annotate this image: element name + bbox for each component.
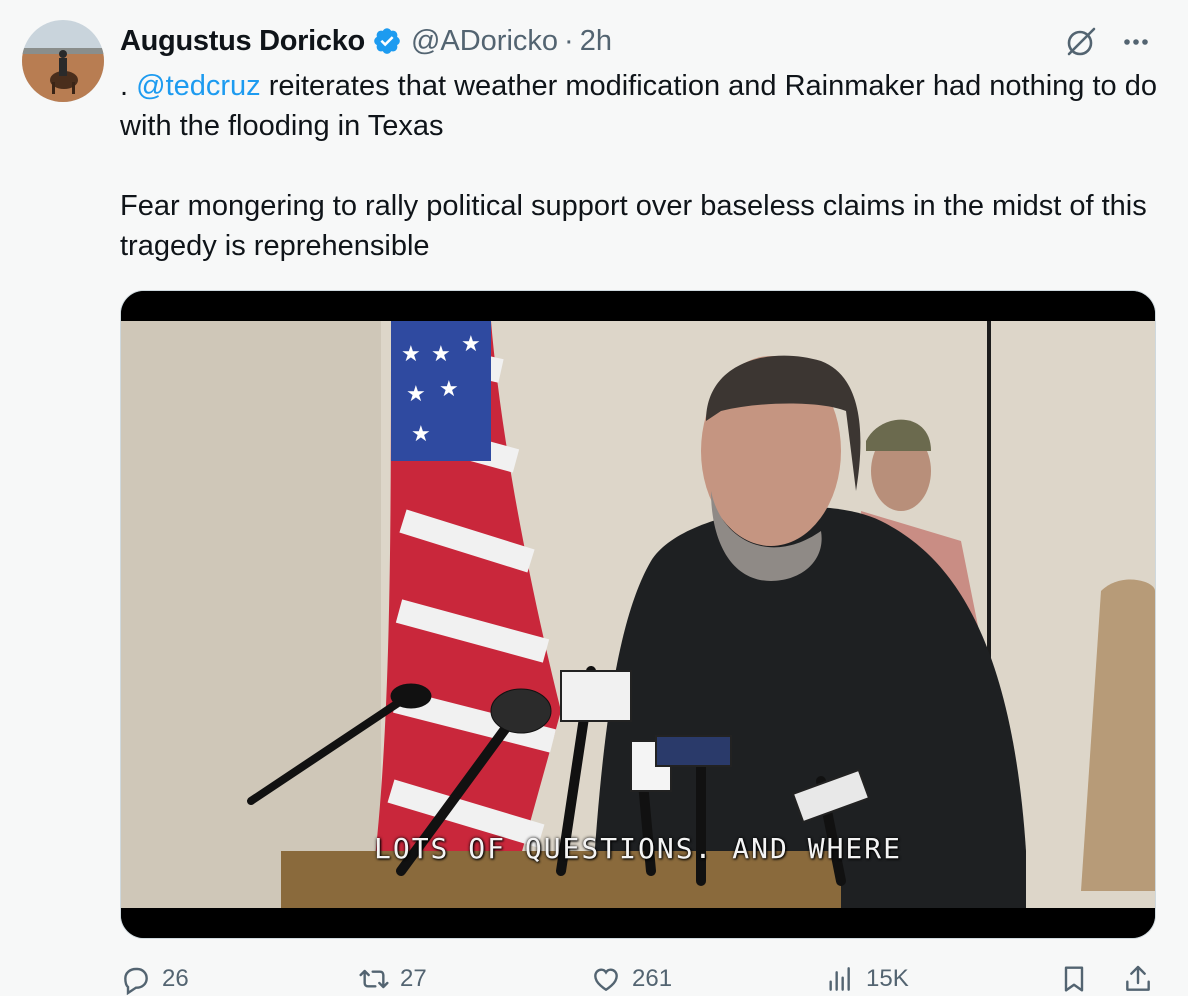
svg-text:★: ★ — [431, 342, 451, 367]
avatar[interactable] — [22, 20, 104, 102]
tweet-text: . @tedcruz reiterates that weather modif… — [120, 66, 1170, 266]
like-icon — [594, 968, 618, 992]
bookmark-button[interactable] — [1058, 963, 1090, 995]
like-button[interactable]: 261 — [590, 963, 672, 995]
svg-text:★: ★ — [439, 377, 459, 402]
more-icon[interactable] — [1118, 24, 1154, 60]
tweet-header: Augustus Doricko @ADoricko · 2h — [120, 20, 612, 62]
repost-button[interactable]: 27 — [358, 963, 427, 995]
bookmark-icon — [1064, 966, 1084, 992]
tweet-paragraph-2: Fear mongering to rally political suppor… — [120, 190, 1155, 262]
tweet-line1: reiterates that weather modification and… — [120, 70, 1166, 142]
views-button[interactable]: 15K — [824, 963, 909, 995]
repost-count: 27 — [400, 965, 427, 992]
reply-button[interactable]: 26 — [120, 963, 189, 995]
video-caption: LOTS OF QUESTIONS. AND WHERE — [373, 832, 902, 865]
share-icon — [1126, 965, 1150, 991]
svg-text:★: ★ — [406, 382, 426, 407]
svg-text:★: ★ — [401, 342, 421, 367]
mention-link[interactable]: @tedcruz — [136, 70, 261, 102]
avatar-image — [22, 20, 104, 102]
reply-icon — [124, 967, 148, 995]
display-name[interactable]: Augustus Doricko — [120, 25, 365, 58]
reply-count: 26 — [162, 965, 189, 992]
views-icon — [829, 967, 850, 991]
handle[interactable]: @ADoricko — [411, 25, 558, 58]
timestamp[interactable]: 2h — [580, 25, 612, 58]
repost-icon — [359, 969, 389, 989]
separator-dot: · — [564, 24, 574, 57]
svg-text:★: ★ — [461, 332, 481, 357]
svg-text:★: ★ — [411, 422, 431, 447]
verified-badge-icon[interactable] — [372, 26, 402, 56]
tweet-prefix: . — [120, 70, 137, 102]
like-count: 261 — [632, 965, 673, 992]
action-bar: 26 27 261 15K — [0, 955, 1188, 996]
video-player[interactable]: ★ ★ ★ ★ ★ ★ LOTS OF QUESTIONS. AND WHERE — [120, 290, 1156, 939]
grok-icon[interactable] — [1063, 24, 1099, 60]
share-button[interactable] — [1122, 963, 1154, 995]
views-count: 15K — [866, 965, 909, 992]
